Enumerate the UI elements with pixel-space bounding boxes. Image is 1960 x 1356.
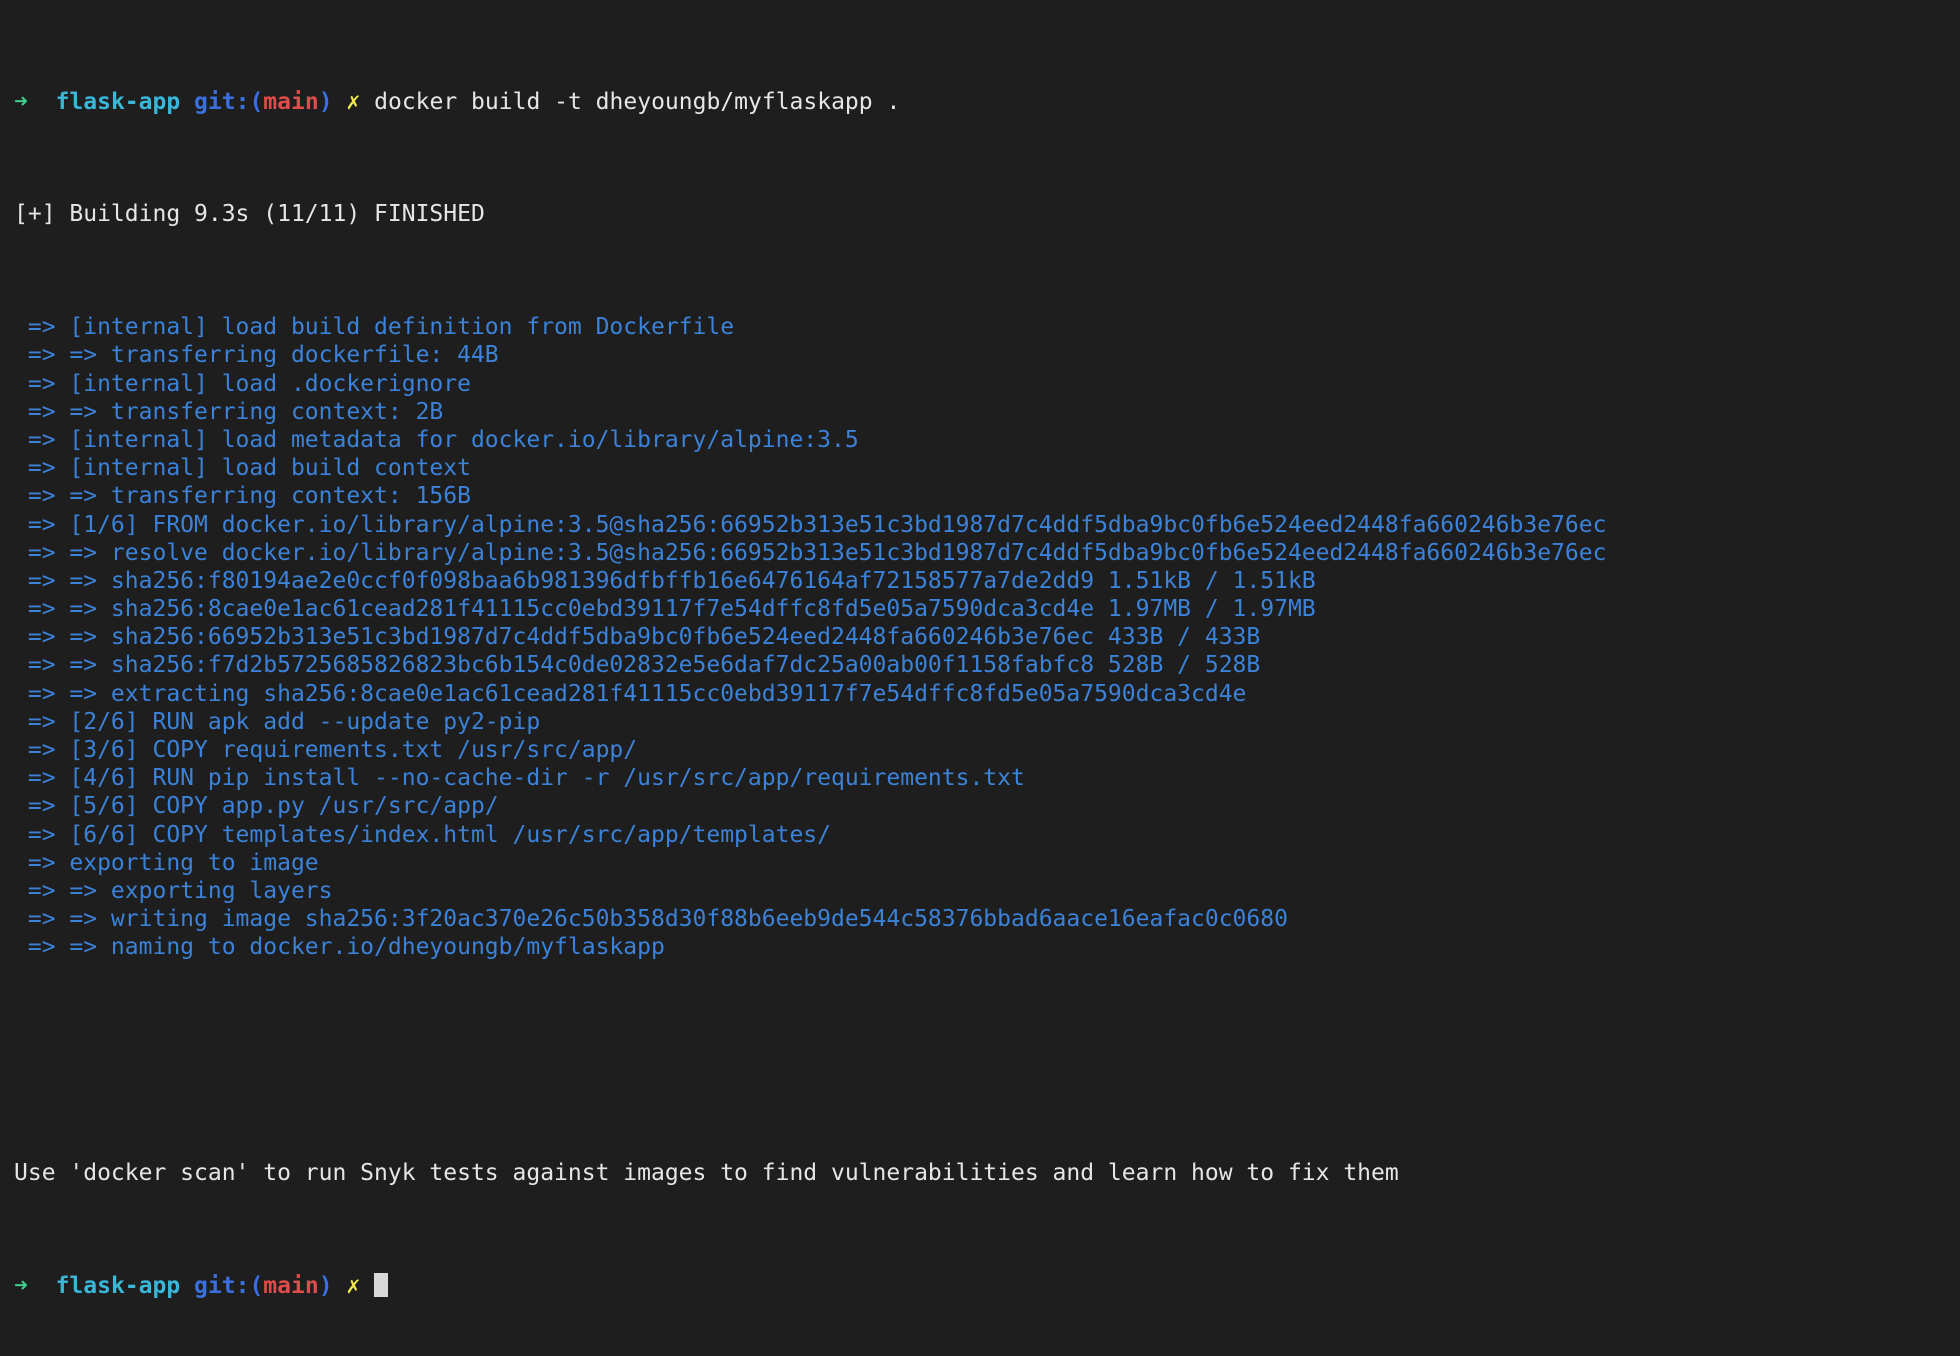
scan-hint: Use 'docker scan' to run Snyk tests agai… [14,1159,1399,1186]
prompt-dirty-icon: ✗ [346,1272,361,1299]
prompt-open-paren: ( [249,1272,264,1299]
build-step-line: => => exporting layers [14,877,333,904]
build-step-line: => => writing image sha256:3f20ac370e26c… [14,906,1288,933]
prompt-branch: main [263,1272,319,1299]
build-step-line: => => sha256:f7d2b5725685826823bc6b154c0… [14,652,1261,679]
build-step-line: => => sha256:66952b313e51c3bd1987d7c4ddf… [14,624,1261,651]
build-step-line: => => sha256:f80194ae2e0ccf0f098baa6b981… [14,567,1316,594]
build-step-line: => [2/6] RUN apk add --update py2-pip [14,708,541,735]
build-step-line: => => transferring dockerfile: 44B [14,342,499,369]
prompt-arrow-icon: ➜ [14,88,28,115]
prompt-directory: flask-app [55,88,181,115]
build-step-line: => => extracting sha256:8cae0e1ac61cead2… [14,680,1247,707]
build-step-line: => [5/6] COPY app.py /usr/src/app/ [14,793,499,820]
prompt-git-label: git: [194,88,250,115]
build-step-line: => => resolve docker.io/library/alpine:3… [14,539,1607,566]
build-step-line: => [6/6] COPY templates/index.html /usr/… [14,821,831,848]
build-steps-list: => [internal] load build definition from… [14,313,1960,961]
build-step-line: => [internal] load build context [14,455,471,482]
prompt-git-label: git: [194,1272,250,1299]
text-cursor-icon[interactable] [374,1272,389,1297]
command-text: docker build -t dheyoungb/myflaskapp . [374,88,901,115]
build-step-line: => [4/6] RUN pip install --no-cache-dir … [14,765,1025,792]
build-step-line: => [3/6] COPY requirements.txt /usr/src/… [14,737,638,764]
terminal-window[interactable]: ➜ flask-app git:(main) ✗ docker build -t… [0,0,1960,1299]
build-step-line: => [internal] load build definition from… [14,314,735,341]
prompt-arrow-icon: ➜ [14,1272,28,1299]
build-step-line: => [internal] load .dockerignore [14,370,471,397]
build-step-line: => => transferring context: 156B [14,483,471,510]
prompt-dirty-icon: ✗ [346,88,361,115]
build-step-line: => => transferring context: 2B [14,398,444,425]
prompt-branch: main [263,88,319,115]
build-step-line: => [internal] load metadata for docker.i… [14,426,859,453]
prompt-directory: flask-app [55,1272,181,1299]
input-line[interactable]: ➜ flask-app git:(main) ✗ [14,1272,1960,1300]
prompt-close-paren: ) [318,1272,333,1299]
prompt-open-paren: ( [249,88,264,115]
build-step-line: => => naming to docker.io/dheyoungb/myfl… [14,934,665,961]
build-step-line: => exporting to image [14,849,319,876]
build-step-line: => [1/6] FROM docker.io/library/alpine:3… [14,511,1607,538]
build-header: [+] Building 9.3s (11/11) FINISHED [14,201,485,228]
prompt-close-paren: ) [318,88,333,115]
command-line: ➜ flask-app git:(main) ✗ docker build -t… [14,88,1960,116]
build-step-line: => => sha256:8cae0e1ac61cead281f41115cc0… [14,596,1316,623]
